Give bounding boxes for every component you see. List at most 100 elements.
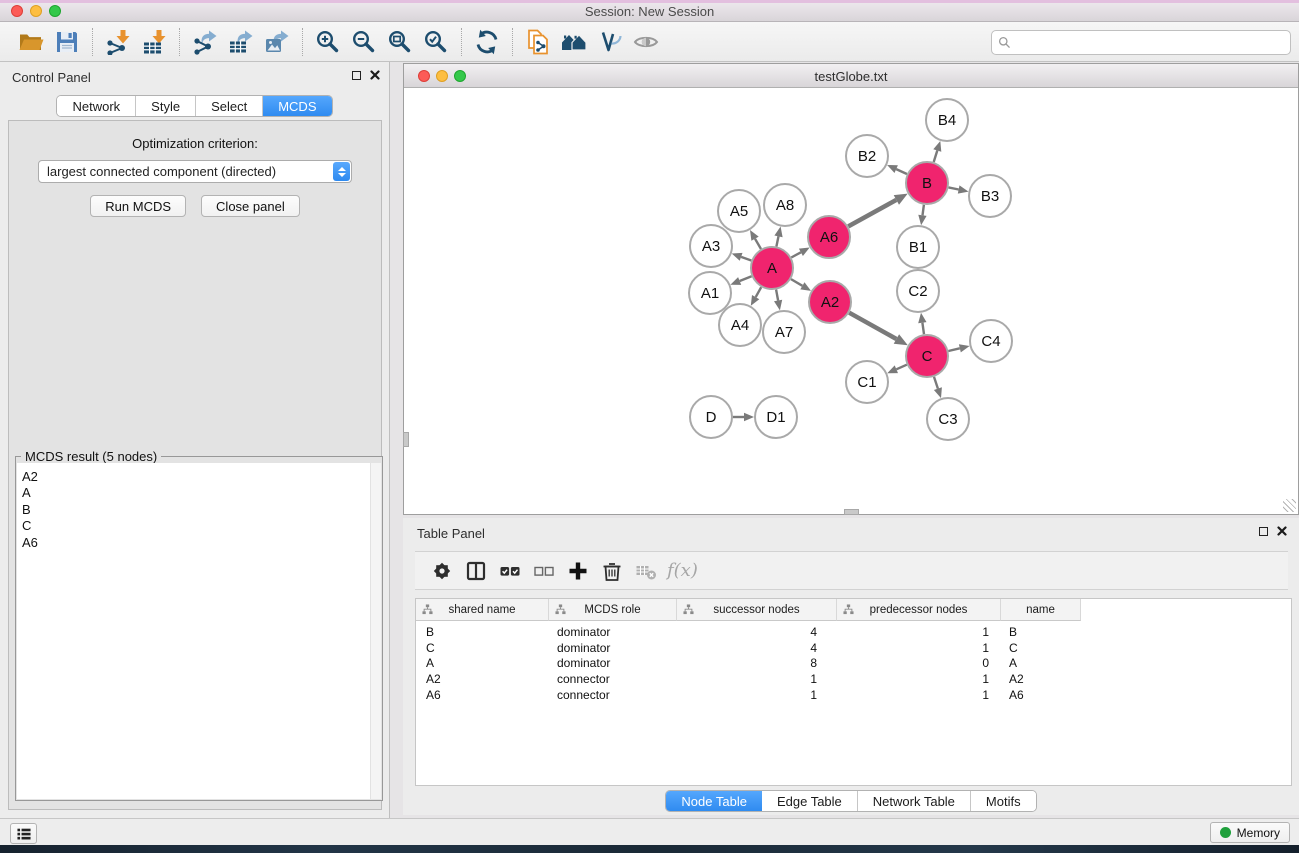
graph-node-A3[interactable]: A3 (690, 225, 732, 267)
graph-node-B3[interactable]: B3 (969, 175, 1011, 217)
edge-A-A2[interactable] (791, 279, 811, 291)
add-button[interactable] (561, 556, 595, 586)
column-header-name[interactable]: name (1001, 599, 1081, 621)
graph-node-D[interactable]: D (690, 396, 732, 438)
cell-MCDS-role[interactable]: dominator (549, 641, 677, 655)
edge-C-C4[interactable] (948, 344, 969, 352)
edge-C-C1[interactable] (887, 365, 907, 374)
columns-button[interactable] (459, 556, 493, 586)
zoom-fit-button[interactable] (382, 26, 418, 58)
graph-node-C2[interactable]: C2 (897, 270, 939, 312)
settings-button[interactable] (425, 556, 459, 586)
edge-A-A6[interactable] (791, 248, 809, 258)
network-graph[interactable]: B4B2BB3A5A8A6B1A3AC2A1A2A4A7CC4C1C3DD1 (404, 88, 1298, 514)
mcds-result-item[interactable]: C (22, 518, 375, 534)
cell-successor-nodes[interactable]: 8 (677, 656, 837, 670)
close-panel-button[interactable]: Close panel (201, 195, 300, 217)
edge-A-A5[interactable] (750, 230, 761, 249)
graph-node-A4[interactable]: A4 (719, 304, 761, 346)
delete-table-button[interactable] (629, 556, 663, 586)
edge-A-A4[interactable] (751, 287, 761, 306)
table-row-C[interactable]: Cdominator41C (416, 640, 1291, 656)
column-header-shared-name[interactable]: shared name (416, 599, 549, 621)
tab-mcds[interactable]: MCDS (263, 96, 331, 116)
graph-node-C[interactable]: C (906, 335, 948, 377)
cell-predecessor-nodes[interactable]: 1 (837, 672, 1001, 686)
cell-predecessor-nodes[interactable]: 1 (837, 625, 1001, 639)
edge-B-B2[interactable] (887, 165, 907, 174)
table-row-A2[interactable]: A2connector11A2 (416, 671, 1291, 687)
cell-MCDS-role[interactable]: dominator (549, 656, 677, 670)
cell-name[interactable]: B (1001, 625, 1081, 639)
network-window-titlebar[interactable]: testGlobe.txt (404, 64, 1298, 88)
memory-button[interactable]: Memory (1210, 822, 1290, 843)
cell-successor-nodes[interactable]: 1 (677, 672, 837, 686)
result-scrollbar[interactable] (370, 463, 381, 799)
cell-predecessor-nodes[interactable]: 1 (837, 641, 1001, 655)
edge-D-D1[interactable] (733, 413, 754, 421)
run-mcds-button[interactable]: Run MCDS (90, 195, 186, 217)
graph-node-A8[interactable]: A8 (764, 184, 806, 226)
close-panel-icon[interactable] (370, 70, 380, 80)
select-all-button[interactable] (493, 556, 527, 586)
network-document-button[interactable] (520, 26, 556, 58)
search-input[interactable] (1011, 33, 1290, 53)
zoom-in-button[interactable] (310, 26, 346, 58)
edge-B-B4[interactable] (933, 141, 941, 162)
float-panel-icon[interactable] (352, 71, 361, 80)
network-canvas[interactable]: B4B2BB3A5A8A6B1A3AC2A1A2A4A7CC4C1C3DD1 (404, 88, 1298, 514)
graph-node-B1[interactable]: B1 (897, 226, 939, 268)
graph-node-A2[interactable]: A2 (809, 281, 851, 323)
vertical-scroll-thumb[interactable] (403, 432, 409, 447)
graph-node-D1[interactable]: D1 (755, 396, 797, 438)
import-network-button[interactable] (100, 26, 136, 58)
cell-shared-name[interactable]: A6 (416, 688, 549, 702)
tab-edge-table[interactable]: Edge Table (762, 791, 858, 811)
graph-node-A[interactable]: A (751, 247, 793, 289)
tab-node-table[interactable]: Node Table (666, 791, 762, 811)
edge-C-C2[interactable] (918, 313, 926, 334)
apply-layout-button[interactable] (469, 26, 505, 58)
cell-successor-nodes[interactable]: 4 (677, 625, 837, 639)
zoom-out-button[interactable] (346, 26, 382, 58)
show-hide-button[interactable] (628, 26, 664, 58)
cell-successor-nodes[interactable]: 4 (677, 641, 837, 655)
mcds-result-item[interactable]: A2 (22, 469, 375, 485)
edge-A-A7[interactable] (774, 290, 782, 311)
mcds-result-item[interactable]: B (22, 502, 375, 518)
delete-button[interactable] (595, 556, 629, 586)
window-resize-grip[interactable] (1283, 499, 1296, 512)
cell-shared-name[interactable]: A2 (416, 672, 549, 686)
graph-node-B[interactable]: B (906, 162, 948, 204)
table-row-B[interactable]: Bdominator41B (416, 624, 1291, 640)
cell-successor-nodes[interactable]: 1 (677, 688, 837, 702)
export-image-button[interactable] (259, 26, 295, 58)
mcds-result-item[interactable]: A (22, 485, 375, 501)
edge-A-A3[interactable] (732, 253, 752, 261)
graph-node-A7[interactable]: A7 (763, 311, 805, 353)
edge-B-B1[interactable] (918, 205, 926, 225)
home-button[interactable] (556, 26, 592, 58)
cell-shared-name[interactable]: B (416, 625, 549, 639)
search-field[interactable] (991, 30, 1291, 55)
criterion-dropdown[interactable]: largest connected component (directed) (38, 160, 352, 183)
save-session-button[interactable] (49, 26, 85, 58)
cell-predecessor-nodes[interactable]: 0 (837, 656, 1001, 670)
edge-A-A8[interactable] (774, 227, 782, 247)
cell-name[interactable]: C (1001, 641, 1081, 655)
tab-motifs[interactable]: Motifs (971, 791, 1036, 811)
mcds-result-list[interactable]: A2ABCA6 (17, 463, 381, 799)
import-table-button[interactable] (136, 26, 172, 58)
tab-network[interactable]: Network (57, 96, 136, 116)
show-panels-button[interactable] (10, 823, 37, 844)
column-header-predecessor-nodes[interactable]: predecessor nodes (837, 599, 1001, 621)
graph-node-B2[interactable]: B2 (846, 135, 888, 177)
graph-node-A5[interactable]: A5 (718, 190, 760, 232)
graph-node-A6[interactable]: A6 (808, 216, 850, 258)
mcds-result-item[interactable]: A6 (22, 535, 375, 551)
cell-shared-name[interactable]: A (416, 656, 549, 670)
open-session-button[interactable] (13, 26, 49, 58)
cell-MCDS-role[interactable]: connector (549, 688, 677, 702)
deselect-all-button[interactable] (527, 556, 561, 586)
graph-node-B4[interactable]: B4 (926, 99, 968, 141)
